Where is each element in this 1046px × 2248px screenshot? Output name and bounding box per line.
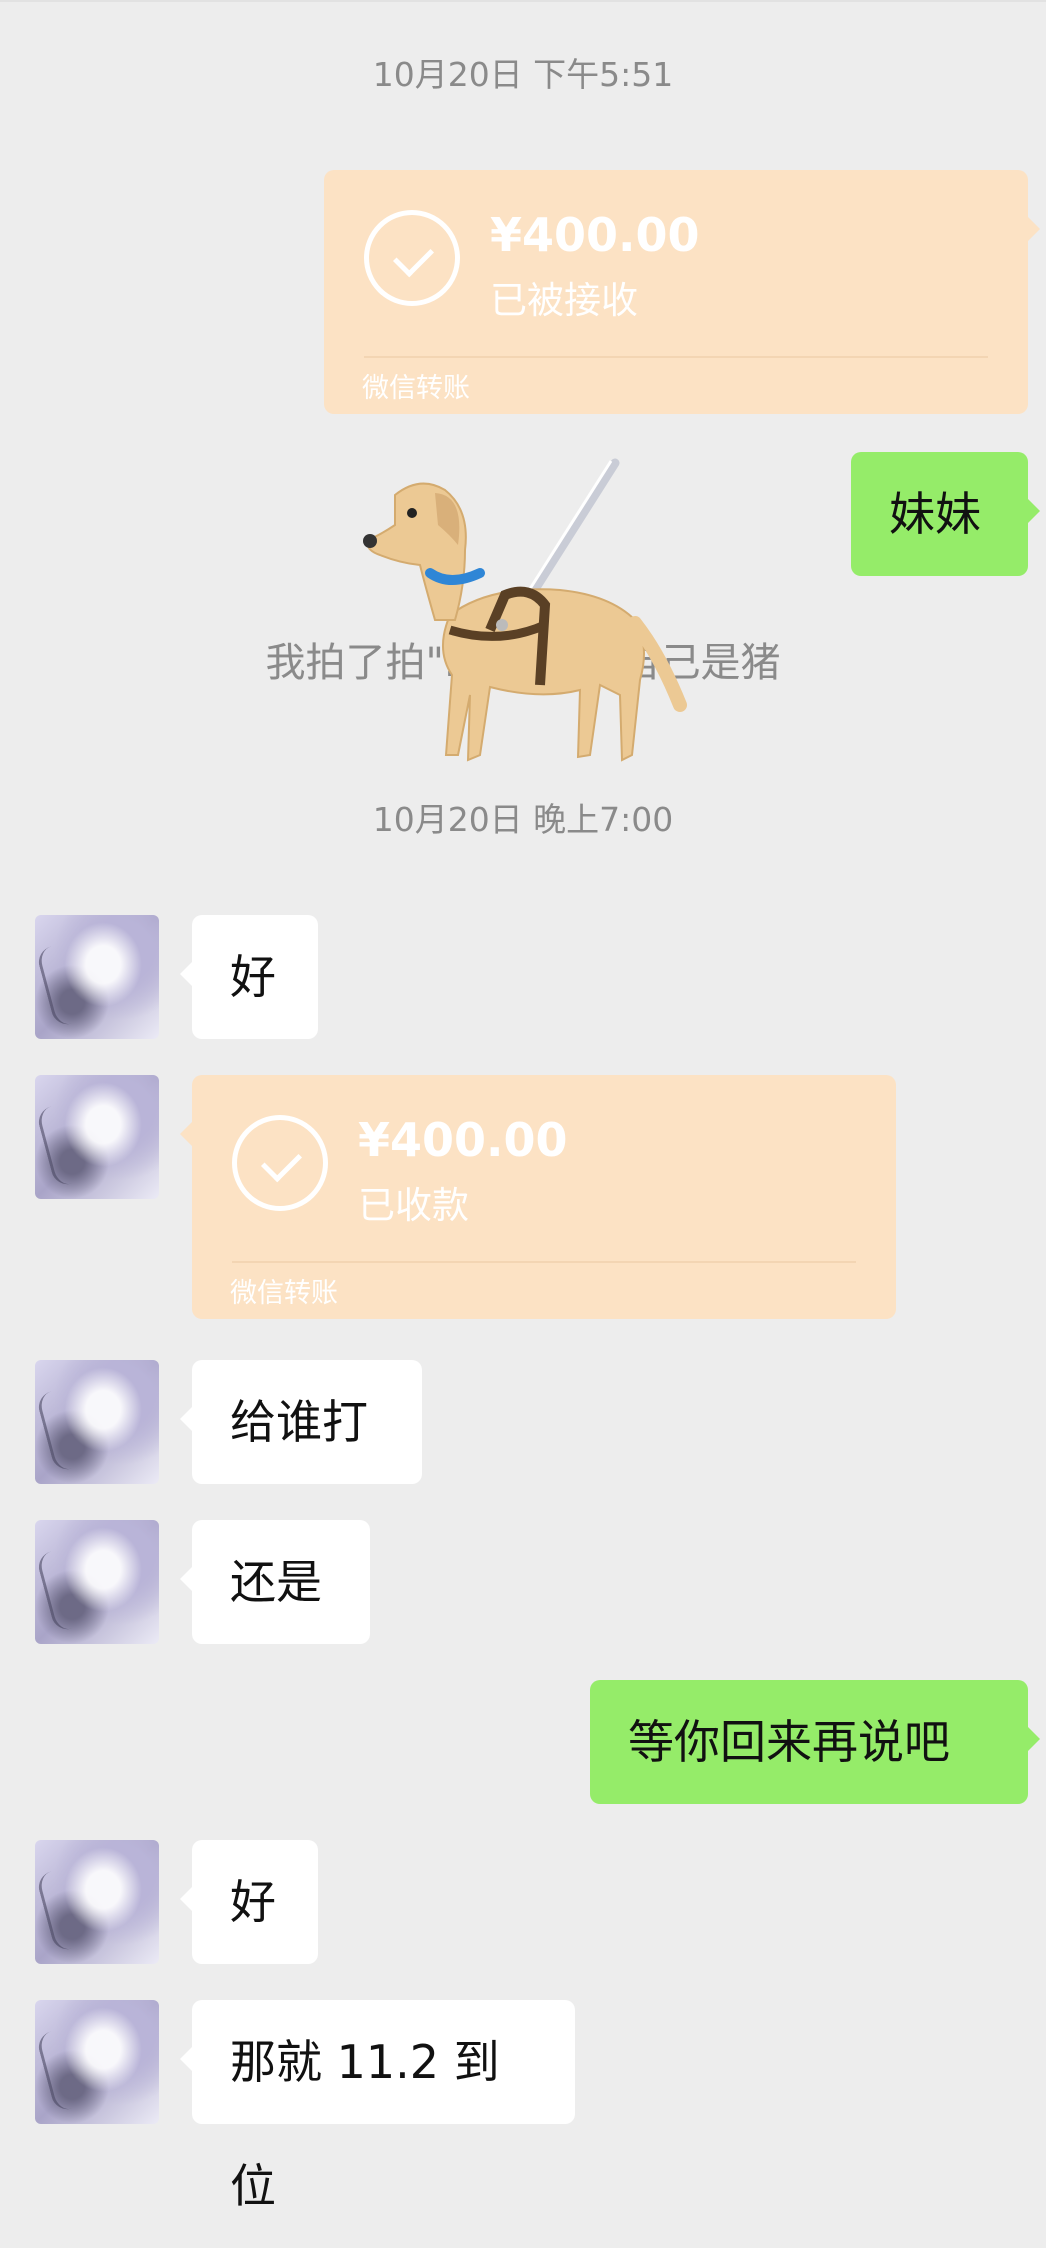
guide-dog-sticker[interactable] [340,455,700,795]
timestamp: 10月20日 晚上7:00 [372,800,674,839]
message-received[interactable]: 好 [180,1840,318,1964]
transfer-card-received[interactable]: ¥400.00 已收款 微信转账 [180,1075,896,1319]
transfer-status: 已被接收 [490,279,638,322]
message-received[interactable]: 好 [180,915,318,1039]
avatar[interactable] [35,1075,159,1199]
transfer-divider [364,356,988,358]
top-divider [0,0,1046,2]
avatar[interactable] [35,915,159,1039]
timestamp: 10月20日 下午5:51 [372,55,674,94]
check-circle-icon [232,1115,328,1211]
message-received[interactable]: 给谁打 [180,1360,422,1484]
message-received[interactable]: 那就 11.2 到位 [180,2000,575,2213]
transfer-label: 微信转账 [362,373,470,404]
message-sent[interactable]: 等你回来再说吧 [590,1680,1040,1804]
avatar[interactable] [35,1360,159,1484]
avatar[interactable] [35,1840,159,1964]
avatar[interactable] [35,1520,159,1644]
transfer-amount: ¥400.00 [358,1113,568,1167]
check-circle-icon [364,210,460,306]
transfer-divider [232,1261,856,1263]
transfer-amount: ¥400.00 [490,208,700,262]
message-received[interactable]: 还是 [180,1520,370,1644]
transfer-label: 微信转账 [230,1278,338,1309]
message-sent[interactable]: 妹妹 [851,452,1040,576]
avatar[interactable] [35,2000,159,2124]
transfer-status: 已收款 [358,1184,469,1227]
transfer-card-sent[interactable]: ¥400.00 已被接收 微信转账 [324,170,1040,414]
